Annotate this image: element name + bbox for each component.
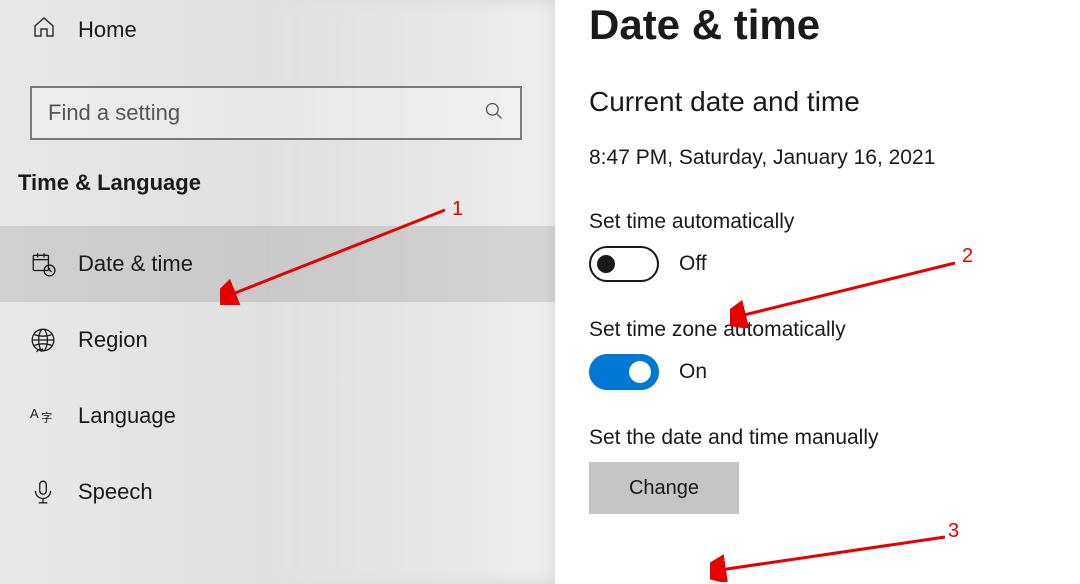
toggle-knob [629,361,651,383]
microphone-icon [30,479,56,505]
sidebar-item-region[interactable]: Region [0,302,555,378]
sidebar-item-language[interactable]: A字 Language [0,378,555,454]
sidebar-item-date-time[interactable]: Date & time [0,226,555,302]
set-time-auto-state: Off [679,252,707,276]
home-icon [32,15,56,44]
section-current-datetime: Current date and time [589,86,1080,118]
calendar-clock-icon [30,251,56,277]
nav-home[interactable]: Home [0,0,555,56]
change-button[interactable]: Change [589,462,739,514]
svg-text:字: 字 [41,411,52,425]
globe-icon [30,327,56,353]
content-pane: Date & time Current date and time 8:47 P… [555,0,1080,584]
page-title: Date & time [589,0,1080,50]
set-time-auto-label: Set time automatically [589,210,1080,234]
set-tz-auto-toggle[interactable] [589,354,659,390]
search-container [0,56,555,140]
search-input[interactable] [48,100,484,126]
current-datetime-value: 8:47 PM, Saturday, January 16, 2021 [589,146,1080,170]
nav-label-language: Language [78,403,176,429]
language-icon: A字 [30,403,56,429]
category-heading: Time & Language [0,140,555,226]
settings-sidebar: Home Time & Language Date & time Region … [0,0,555,584]
sidebar-item-speech[interactable]: Speech [0,454,555,530]
set-time-auto-row: Off [589,246,1080,282]
search-icon [484,101,504,126]
set-tz-auto-label: Set time zone automatically [589,318,1080,342]
set-time-auto-toggle[interactable] [589,246,659,282]
set-manual-label: Set the date and time manually [589,426,1080,450]
nav-label-date-time: Date & time [78,251,193,277]
search-box[interactable] [30,86,522,140]
set-tz-auto-state: On [679,360,707,384]
nav-label-region: Region [78,327,148,353]
set-tz-auto-row: On [589,354,1080,390]
nav-label-speech: Speech [78,479,153,505]
home-label: Home [78,17,137,43]
sidebar-nav: Date & time Region A字 Language Speech [0,226,555,530]
svg-text:A: A [30,406,39,421]
toggle-knob [597,255,615,273]
